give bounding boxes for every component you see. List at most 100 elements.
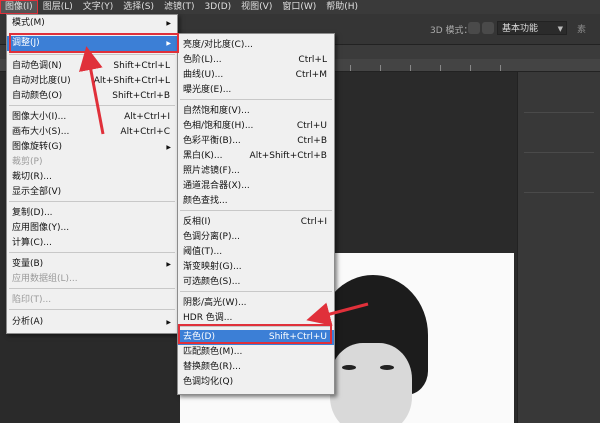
image-menu-item[interactable]: 调整(J) ▶ xyxy=(7,36,177,51)
adjust-menu-item[interactable]: 渐变映射(G)... xyxy=(178,260,334,275)
menu-select[interactable]: 选择(S) xyxy=(118,0,159,14)
adjust-menu-item[interactable]: 曲线(U)... Ctrl+M xyxy=(178,68,334,83)
menu-item-label: 曲线(U)... xyxy=(183,70,224,80)
menu-item-label: 图像旋转(G) xyxy=(12,142,62,152)
menu-item-label: 分析(A) xyxy=(12,317,44,327)
menu-item-shortcut: Alt+Shift+Ctrl+L xyxy=(93,76,170,86)
image-menu-item[interactable]: 画布大小(S)... Alt+Ctrl+C xyxy=(7,125,177,140)
image-menu-item[interactable]: 自动颜色(O) Shift+Ctrl+B xyxy=(7,89,177,104)
image-menu-item[interactable]: 陷印(T)... xyxy=(7,293,177,308)
menu-separator xyxy=(9,288,175,289)
menu-bar: 图像(I) 图层(L) 文字(Y) 选择(S) 滤镜(T) 3D(D) 视图(V… xyxy=(0,0,600,14)
menu-item-shortcut: Ctrl+B xyxy=(297,136,327,146)
adjust-menu-item[interactable]: 反相(I) Ctrl+I xyxy=(178,215,334,230)
3d-pan-icon[interactable] xyxy=(482,22,494,34)
image-menu-item[interactable]: 显示全部(V) xyxy=(7,185,177,200)
menu-item-shortcut: Alt+Ctrl+I xyxy=(124,112,170,122)
adjust-menu-item[interactable]: 色彩平衡(B)... Ctrl+B xyxy=(178,134,334,149)
adjust-menu-item[interactable]: HDR 色调... xyxy=(178,311,334,326)
menu-item-shortcut: Shift+Ctrl+L xyxy=(113,61,170,71)
image-menu-item[interactable]: 分析(A) ▶ xyxy=(7,315,177,330)
adjust-menu-item[interactable]: 通道混合器(X)... xyxy=(178,179,334,194)
menu-item-label: 复制(D)... xyxy=(12,208,53,218)
menu-item-label: 画布大小(S)... xyxy=(12,127,70,137)
adjust-menu-item[interactable]: 照片滤镜(F)... xyxy=(178,164,334,179)
menu-item-label: 图像大小(I)... xyxy=(12,112,67,122)
menu-item-shortcut: Ctrl+L xyxy=(298,55,327,65)
adjust-menu-item[interactable]: 可选颜色(S)... xyxy=(178,275,334,290)
menu-item-label: 显示全部(V) xyxy=(12,187,62,197)
menu-item-label: 阈值(T)... xyxy=(183,247,223,257)
adjust-menu-item[interactable]: 颜色查找... xyxy=(178,194,334,209)
image-menu-item[interactable]: 自动色调(N) Shift+Ctrl+L xyxy=(7,59,177,74)
adjust-menu-item[interactable]: 阈值(T)... xyxy=(178,245,334,260)
adjust-menu-item[interactable]: 曝光度(E)... xyxy=(178,83,334,98)
menu-separator xyxy=(180,99,332,100)
image-menu-item[interactable]: 裁剪(P) xyxy=(7,155,177,170)
submenu-arrow-icon: ▶ xyxy=(166,20,171,27)
menu-view[interactable]: 视图(V) xyxy=(236,0,277,14)
menu-item-label: 渐变映射(G)... xyxy=(183,262,242,272)
image-menu-item[interactable]: 复制(D)... xyxy=(7,206,177,221)
adjust-menu-item[interactable]: 色相/饱和度(H)... Ctrl+U xyxy=(178,119,334,134)
submenu-arrow-icon: ▶ xyxy=(166,40,171,47)
image-menu-item[interactable]: 变量(B) ▶ xyxy=(7,257,177,272)
menu-filter[interactable]: 滤镜(T) xyxy=(159,0,200,14)
menu-item-shortcut: Ctrl+I xyxy=(300,217,327,227)
menu-item-label: 模式(M) xyxy=(12,18,45,28)
image-menu-item[interactable]: 模式(M) ▶ xyxy=(7,16,177,31)
image-menu-item[interactable]: 计算(C)... xyxy=(7,236,177,251)
menu-layer[interactable]: 图层(L) xyxy=(38,0,78,14)
menu-item-shortcut: Alt+Shift+Ctrl+B xyxy=(249,151,327,161)
menu-type[interactable]: 文字(Y) xyxy=(78,0,119,14)
menu-item-label: 照片滤镜(F)... xyxy=(183,166,240,176)
image-menu-item[interactable]: 自动对比度(U) Alt+Shift+Ctrl+L xyxy=(7,74,177,89)
adjust-menu-item[interactable]: 色调均化(Q) xyxy=(178,375,334,390)
menu-item-label: 应用图像(Y)... xyxy=(12,223,70,233)
menu-separator xyxy=(9,252,175,253)
image-menu-item[interactable]: 图像大小(I)... Alt+Ctrl+I xyxy=(7,110,177,125)
image-menu-item[interactable]: 应用图像(Y)... xyxy=(7,221,177,236)
menu-item-label: 变量(B) xyxy=(12,259,44,269)
right-panel-label: 素 xyxy=(577,25,587,35)
menu-item-label: 颜色查找... xyxy=(183,196,228,206)
adjust-menu-item[interactable]: 阴影/高光(W)... xyxy=(178,296,334,311)
image-menu-item[interactable]: 图像旋转(G) ▶ xyxy=(7,140,177,155)
image-menu-item[interactable]: 裁切(R)... xyxy=(7,170,177,185)
menu-separator xyxy=(180,326,332,327)
adjust-menu-item[interactable]: 匹配颜色(M)... xyxy=(178,345,334,360)
menu-item-label: 通道混合器(X)... xyxy=(183,181,250,191)
image-menu-item[interactable]: 应用数据组(L)... xyxy=(7,272,177,287)
menu-item-label: 调整(J) xyxy=(12,38,40,48)
adjust-menu-item[interactable]: 替换颜色(R)... xyxy=(178,360,334,375)
menu-image[interactable]: 图像(I) xyxy=(0,0,38,14)
photo-eye-left xyxy=(342,365,356,370)
menu-item-label: 应用数据组(L)... xyxy=(12,274,78,284)
adjust-menu-item[interactable]: 色调分离(P)... xyxy=(178,230,334,245)
menu-3d[interactable]: 3D(D) xyxy=(200,0,237,14)
menu-item-label: 陷印(T)... xyxy=(12,295,52,305)
menu-item-label: 裁剪(P) xyxy=(12,157,43,167)
adjust-menu-item[interactable]: 色阶(L)... Ctrl+L xyxy=(178,53,334,68)
right-panel xyxy=(517,72,600,423)
adjust-menu-item[interactable]: 去色(D) Shift+Ctrl+U xyxy=(178,330,334,345)
menu-item-label: 黑白(K)... xyxy=(183,151,223,161)
menu-item-label: 自动色调(N) xyxy=(12,61,62,71)
menu-help[interactable]: 帮助(H) xyxy=(321,0,363,14)
adjust-menu-item[interactable]: 亮度/对比度(C)... xyxy=(178,38,334,53)
menu-item-label: 曝光度(E)... xyxy=(183,85,232,95)
menu-item-label: 匹配颜色(M)... xyxy=(183,347,243,357)
menu-item-label: 反相(I) xyxy=(183,217,211,227)
3d-rotate-icon[interactable] xyxy=(468,22,480,34)
adjust-menu-item[interactable]: 自然饱和度(V)... xyxy=(178,104,334,119)
menu-item-label: 计算(C)... xyxy=(12,238,52,248)
workspace-select[interactable]: 基本功能 ▼ xyxy=(497,21,567,35)
menu-item-label: 自然饱和度(V)... xyxy=(183,106,250,116)
menu-item-label: 色相/饱和度(H)... xyxy=(183,121,254,131)
3d-mode-label: 3D 模式： xyxy=(430,26,473,36)
menu-item-label: 阴影/高光(W)... xyxy=(183,298,247,308)
submenu-arrow-icon: ▶ xyxy=(166,144,171,151)
adjust-menu-item[interactable]: 黑白(K)... Alt+Shift+Ctrl+B xyxy=(178,149,334,164)
menu-window[interactable]: 窗口(W) xyxy=(277,0,321,14)
workspace-value: 基本功能 xyxy=(502,24,539,34)
